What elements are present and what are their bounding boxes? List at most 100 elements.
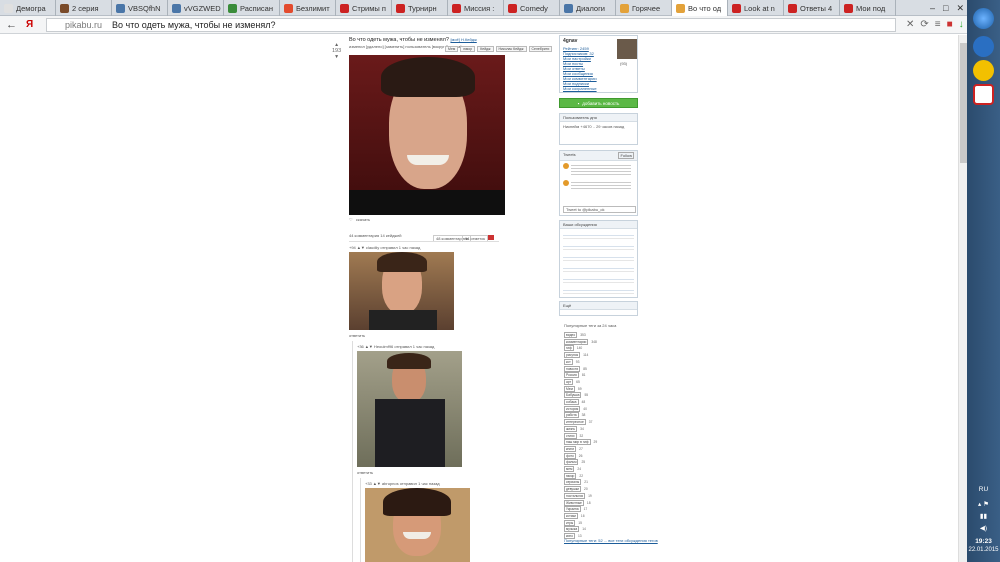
downvote-icon[interactable]: ▼ [332,54,341,60]
browser-tab[interactable]: Ответы 4 [784,0,840,16]
app-icon[interactable] [973,60,994,81]
volume-icon[interactable]: ◀) [967,524,1000,532]
tab-label: Look at n [744,3,775,13]
user-of-day-block: Пользователь дня Никнейм +4670 .. 29 час… [559,113,638,145]
popular-tag[interactable]: сериалы [564,479,582,486]
clear-icon[interactable]: ✕ [906,19,914,30]
menu-icon[interactable]: ≡ [935,19,941,30]
url-domain: pikabu.ru [65,19,103,30]
post-title[interactable]: Во что одеть мужа, чтобы не изменял? [мо… [349,37,477,43]
post-tag[interactable]: Николас Кейдж [495,46,527,52]
browser-tab[interactable]: vVGZWED [168,0,224,16]
browser-tab[interactable]: 2 серия [56,0,112,16]
close-icon[interactable]: ✕ [956,3,964,14]
popular-tag[interactable]: книги [564,445,577,452]
download-icon[interactable]: ↓ [959,19,964,30]
tweet-input[interactable]: Tweet to @pikabu_ok [563,206,636,213]
post-tag[interactable]: Кейдж [477,46,494,52]
popular-tag-count: 40 [583,406,587,411]
browser-tab[interactable]: Миссия : [448,0,504,16]
tab-label: Демогра [16,3,46,13]
language-indicator[interactable]: RU [967,486,1000,493]
start-icon[interactable] [973,8,994,29]
user-menu-item[interactable]: Мои сохраненные [563,86,634,91]
popular-tag-row: собака 48 [564,399,585,405]
clock-time[interactable]: 19:23 [967,538,1000,545]
popular-tag[interactable]: комментарии [564,338,589,345]
popular-tag[interactable]: девушки [564,486,582,493]
back-arrow-icon[interactable]: ← [6,19,20,31]
popular-tag[interactable]: Бабушка [564,392,582,399]
popular-tags-footer[interactable]: Популярные теги: 52 ... все теги обсужде… [564,538,658,543]
browser-tab[interactable]: Диалоги [560,0,616,16]
popular-tag[interactable]: новости [564,365,581,372]
popular-tag-count: 19 [588,493,592,498]
popular-tag[interactable]: рисунок [564,352,581,359]
popular-tag[interactable]: арт [564,378,574,385]
add-post-button[interactable]: ▪ добавить новость [559,98,638,108]
tab-favicon-icon [844,3,853,13]
network-icon[interactable]: ▮▮ [967,512,1000,520]
popular-tag-count: 16 [580,513,585,518]
clock-date[interactable]: 22.01.2015 [967,547,1000,553]
popular-tag[interactable]: ностальгия [564,492,586,499]
popular-tag[interactable]: фото [564,452,576,459]
popular-tags-title: Популярные теги за 24 часа [564,323,617,328]
maximize-icon[interactable]: □ [943,3,948,13]
scrollbar[interactable] [958,35,967,562]
popular-tag[interactable]: история [564,405,581,412]
browser-tab[interactable]: Стримы п [336,0,392,16]
browser-tab[interactable]: Comedy [504,0,560,16]
post-tag[interactable]: Мем [445,46,459,52]
scrollbar-thumb[interactable] [960,43,967,163]
popular-tag[interactable]: музыка [564,526,580,533]
browser-tab[interactable]: Во что од [672,0,728,16]
browser-tab[interactable]: Расписан [224,0,280,16]
browser-tab[interactable]: Мои под [840,0,896,16]
browser-tab[interactable]: Демогра [0,0,56,16]
popular-tag-count: 93 [575,359,580,364]
popular-tag[interactable]: гиф [564,345,574,352]
post-tag[interactable]: Селебрити [528,46,553,52]
popular-tag[interactable]: котики [564,512,578,519]
follow-button[interactable]: Follow [618,152,634,159]
yandex-logo-icon[interactable]: Я [26,19,38,30]
popular-tag[interactable]: Украина [564,506,581,513]
popular-tag[interactable]: игры [564,519,576,526]
popular-tag-row: кот 93 [564,358,580,365]
popular-tag[interactable]: видео [564,332,578,338]
popular-tag[interactable]: наш мир в гиф [564,439,591,446]
popular-tag[interactable]: стихи [564,432,577,439]
reply-link[interactable]: ответить [349,333,365,338]
share-icon[interactable] [488,235,494,240]
popular-tag[interactable]: кот [564,358,573,365]
popular-tag-count: 14 [582,527,586,532]
browser-tab[interactable]: Турнирн [392,0,448,16]
post-tag[interactable]: юмор [460,46,476,52]
minimize-icon[interactable]: – [930,3,935,13]
popular-tag[interactable]: Россия [564,372,579,379]
popular-tag[interactable]: юмор [564,472,577,479]
refresh-icon[interactable]: ⟳ [920,19,928,30]
popular-tag[interactable]: мем [564,466,575,472]
popular-tag[interactable]: Мем [564,385,575,392]
popular-tag[interactable]: жизнь [564,425,578,432]
browser-tab[interactable]: Горячее [616,0,672,16]
yandex-browser-icon[interactable] [973,84,994,105]
tab-favicon-icon [284,3,293,13]
tab-label: Ответы 4 [800,3,833,13]
reply-link[interactable]: ответить [357,470,373,475]
browser-tab[interactable]: VBSQfhN [112,0,168,16]
popular-tag[interactable]: интересное [564,419,586,426]
popular-tag[interactable]: работа [564,412,579,419]
avatar[interactable] [617,39,637,59]
url-input[interactable]: pikabu.ru Во что одеть мужа, чтобы не из… [46,17,896,32]
popular-tag[interactable]: Животные [564,499,584,506]
browser-tab[interactable]: Look at n [728,0,784,16]
browser-tab[interactable]: Безлимит [280,0,336,16]
popular-tag[interactable]: фильм [564,459,579,466]
tab-label: VBSQfhN [128,3,161,13]
extension-icon[interactable]: ■ [947,19,953,30]
popular-tag[interactable]: собака [564,399,579,405]
ie-icon[interactable] [973,36,994,57]
